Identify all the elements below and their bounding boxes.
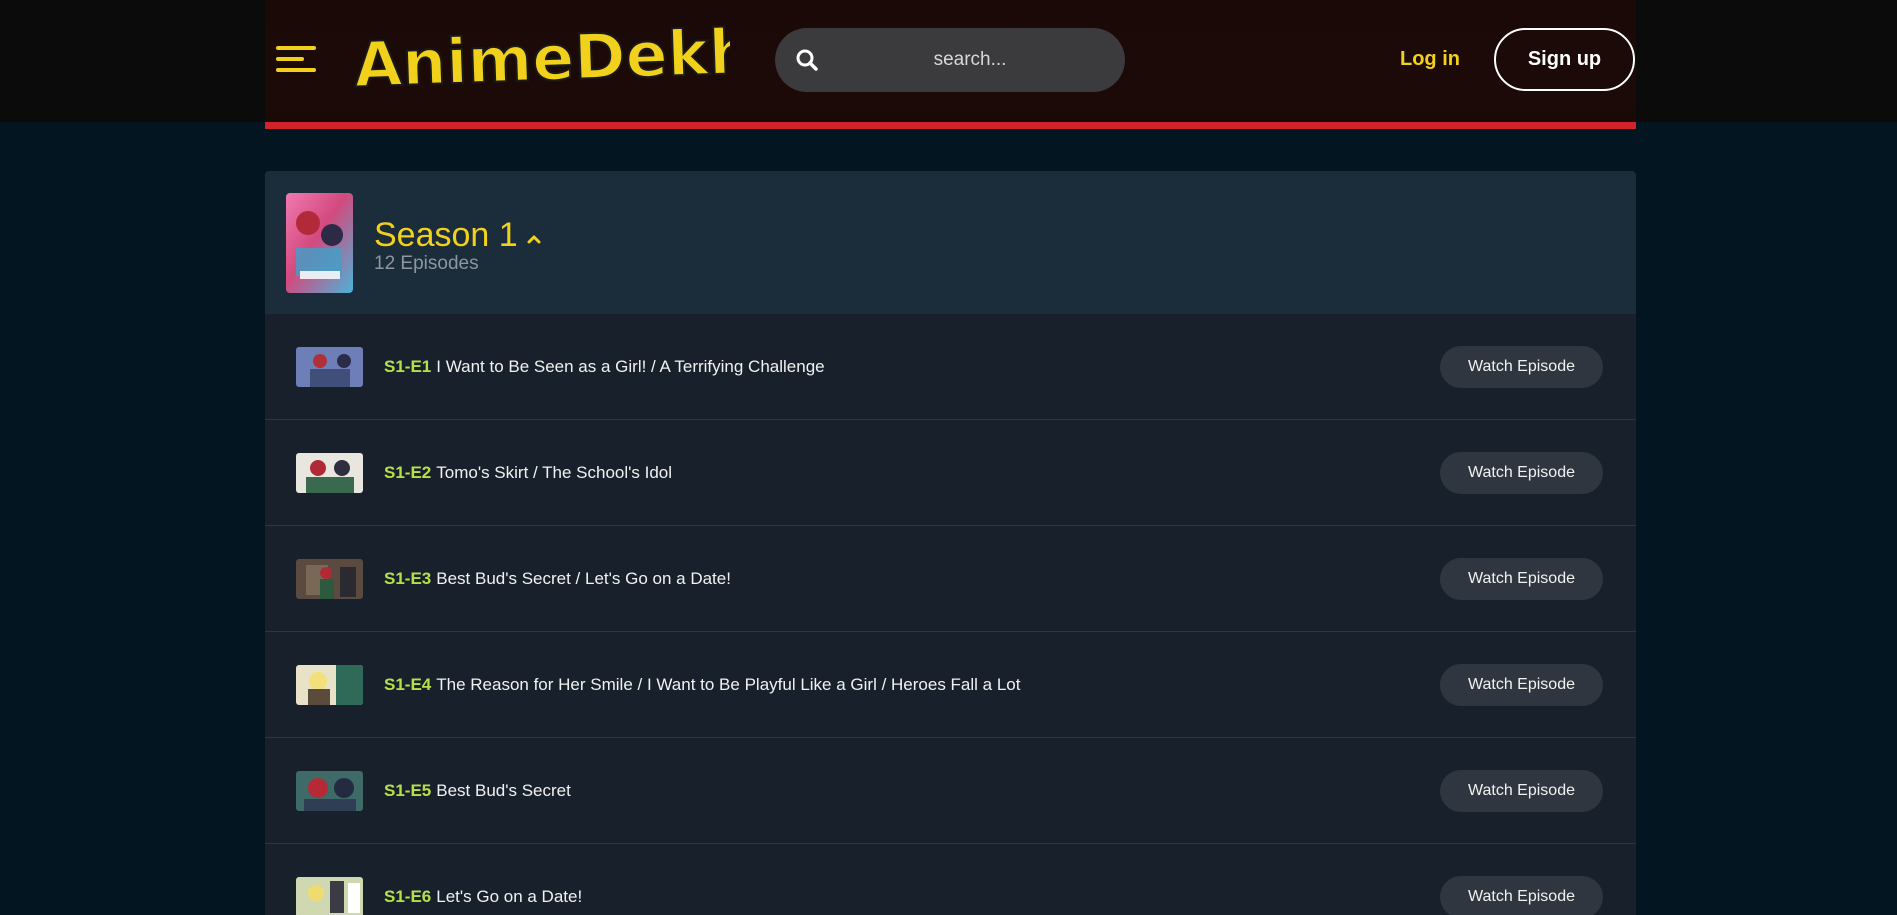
watch-episode-button[interactable]: Watch Episode (1440, 346, 1603, 388)
search-icon[interactable] (795, 48, 819, 72)
episode-title: The Reason for Her Smile / I Want to Be … (436, 675, 1021, 694)
episode-row[interactable]: S1-E3 Best Bud's Secret / Let's Go on a D… (265, 526, 1636, 632)
episode-thumbnail (296, 877, 363, 915)
watch-episode-button[interactable]: Watch Episode (1440, 664, 1603, 706)
episode-row[interactable]: S1-E5 Best Bud's Secret Watch Episode (265, 738, 1636, 844)
svg-text:AnimeDekho: AnimeDekho (353, 13, 730, 100)
episode-row[interactable]: S1-E1 I Want to Be Seen as a Girl! / A Te… (265, 314, 1636, 420)
episode-row[interactable]: S1-E6 Let's Go on a Date! Watch Episode (265, 844, 1636, 915)
episode-thumbnail (296, 559, 363, 599)
episode-thumbnail (296, 347, 363, 387)
episode-label: S1-E4 The Reason for Her Smile / I Want t… (384, 674, 1020, 696)
episode-title: Let's Go on a Date! (436, 887, 583, 906)
episode-code: S1-E3 (384, 569, 432, 588)
episode-thumbnail (296, 453, 363, 493)
episode-row[interactable]: S1-E2 Tomo's Skirt / The School's Idol Wa… (265, 420, 1636, 526)
episode-code: S1-E2 (384, 463, 432, 482)
episode-label: S1-E3 Best Bud's Secret / Let's Go on a D… (384, 568, 731, 590)
site-logo[interactable]: AnimeDekho (350, 12, 798, 102)
episode-label: S1-E1 I Want to Be Seen as a Girl! / A Te… (384, 356, 825, 378)
episode-code: S1-E4 (384, 675, 432, 694)
episode-title: Best Bud's Secret / Let's Go on a Date! (436, 569, 731, 588)
episode-title: Best Bud's Secret (436, 781, 571, 800)
season-poster-image (286, 193, 353, 293)
season-title: Season 1 (374, 216, 518, 254)
watch-episode-button[interactable]: Watch Episode (1440, 452, 1603, 494)
episode-thumbnail (296, 771, 363, 811)
season-header: Season 1 12 Episodes (265, 171, 1636, 314)
episode-label: S1-E6 Let's Go on a Date! (384, 886, 582, 908)
search-input[interactable] (835, 28, 1105, 92)
episode-title: I Want to Be Seen as a Girl! / A Terrify… (436, 357, 825, 376)
search-bar[interactable] (775, 28, 1125, 92)
season-toggle[interactable]: Season 1 (374, 211, 542, 259)
episode-thumbnail (296, 665, 363, 705)
watch-episode-button[interactable]: Watch Episode (1440, 876, 1603, 915)
episode-code: S1-E6 (384, 887, 432, 906)
hamburger-menu-icon[interactable] (276, 46, 318, 72)
episode-label: S1-E5 Best Bud's Secret (384, 780, 571, 802)
episode-label: S1-E2 Tomo's Skirt / The School's Idol (384, 462, 672, 484)
watch-episode-button[interactable]: Watch Episode (1440, 558, 1603, 600)
login-link[interactable]: Log in (1390, 44, 1470, 74)
episode-row[interactable]: S1-E4 The Reason for Her Smile / I Want t… (265, 632, 1636, 738)
header-accent-stripe (265, 122, 1636, 129)
episode-code: S1-E1 (384, 357, 432, 376)
chevron-up-icon[interactable] (526, 231, 542, 247)
episode-title: Tomo's Skirt / The School's Idol (436, 463, 673, 482)
episode-count: 12 Episodes (374, 253, 479, 274)
episode-code: S1-E5 (384, 781, 432, 800)
episode-list: S1-E1 I Want to Be Seen as a Girl! / A Te… (265, 314, 1636, 915)
watch-episode-button[interactable]: Watch Episode (1440, 770, 1603, 812)
signup-button[interactable]: Sign up (1494, 28, 1635, 91)
